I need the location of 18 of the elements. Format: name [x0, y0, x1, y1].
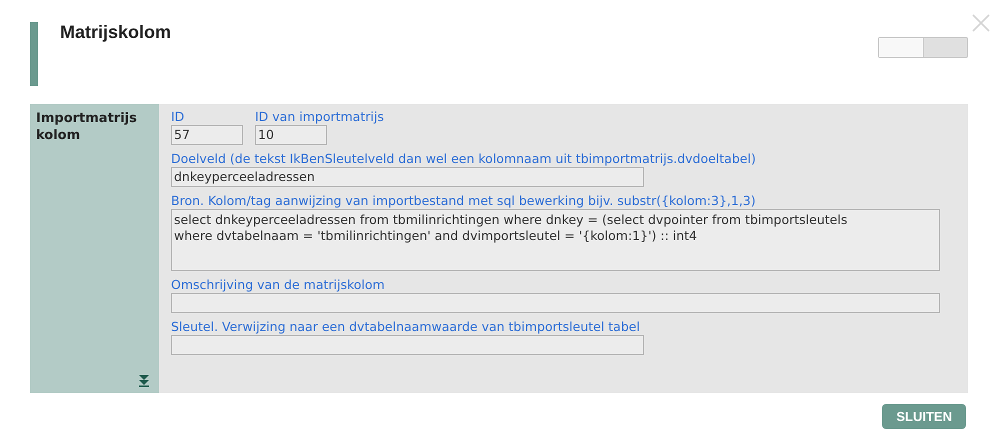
- field-label: Bron. Kolom/tag aanwijzing van importbestand met sql bewerking bijv. substr({kolom:3},1,3): [171, 193, 757, 209]
- dialog-title: Matrijskolom: [60, 22, 172, 43]
- text-area[interactable]: select dnkeyperceeladressen from tbmilinrichtingen where dnkey = (select dvpointer from tbimportsleutels where dvtabelnaam = 'tbmilinrichtingen' and dvimportsleutel = '{kolom:1}') :: int4: [171, 209, 940, 271]
- accent-bar: [30, 22, 38, 86]
- toggle-switch[interactable]: [878, 37, 968, 58]
- input-field[interactable]: [171, 335, 644, 355]
- input-field[interactable]: 57: [171, 125, 243, 145]
- input-field[interactable]: [171, 293, 940, 313]
- field-label: ID: [171, 109, 186, 125]
- field-label: Omschrijving van de matrijskolom: [171, 277, 386, 293]
- input-field[interactable]: dnkeyperceeladressen: [171, 167, 644, 187]
- double-down-arrow-icon[interactable]: [138, 375, 150, 387]
- field-label: ID van importmatrijs: [255, 109, 384, 125]
- input-field[interactable]: 10: [255, 125, 327, 145]
- close-icon[interactable]: [972, 14, 990, 32]
- section-label: Importmatrijs kolom: [36, 110, 138, 144]
- field-label: Sleutel. Verwijzing naar een dvtabelnaamwaarde van tbimportsleutel tabel: [171, 319, 641, 335]
- field-label: Doelveld (de tekst IkBenSleutelveld dan wel een kolomnaam uit tbimportmatrijs.dvdoeltabel): [171, 151, 757, 167]
